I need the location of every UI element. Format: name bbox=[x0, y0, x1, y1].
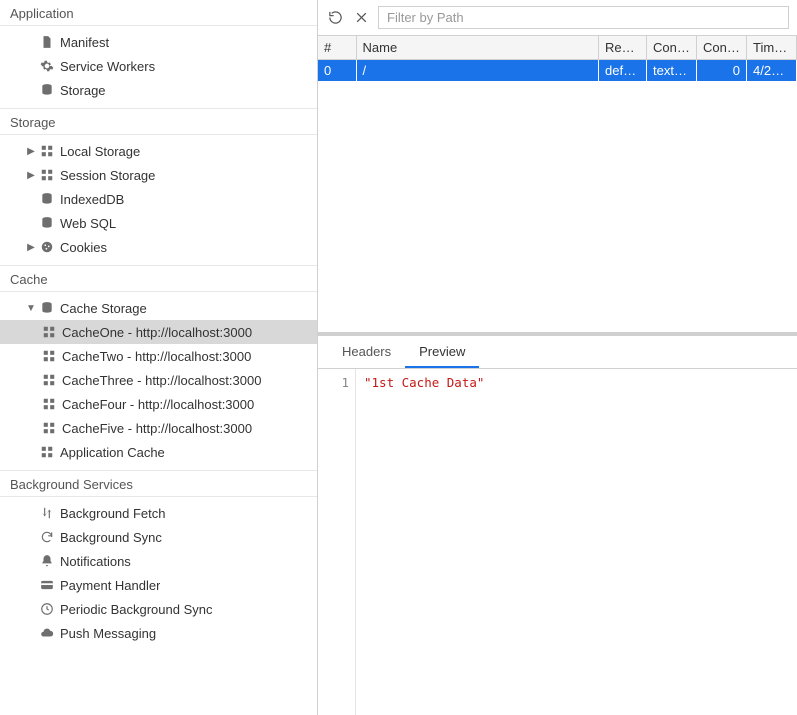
sidebar-item-web-sql[interactable]: Web SQL bbox=[0, 211, 317, 235]
preview-panel: 1 "1st Cache Data" bbox=[318, 369, 797, 715]
credit-card-icon bbox=[38, 578, 56, 592]
grid-icon bbox=[40, 325, 58, 339]
label: CacheFour - http://localhost:3000 bbox=[62, 397, 254, 412]
detail-tabs: Headers Preview bbox=[318, 336, 797, 369]
label: Manifest bbox=[60, 35, 109, 50]
main-panel: # Name Resp… Cont… Cont… Tim… 0 / defa… … bbox=[318, 0, 797, 715]
label: Push Messaging bbox=[60, 626, 156, 641]
cell-content-type: text/… bbox=[647, 60, 697, 82]
grid-icon bbox=[38, 168, 56, 182]
database-icon bbox=[38, 192, 56, 206]
col-time-cached[interactable]: Tim… bbox=[747, 36, 797, 60]
cell-response-type: defa… bbox=[599, 60, 647, 82]
col-response-type[interactable]: Resp… bbox=[599, 36, 647, 60]
label: Session Storage bbox=[60, 168, 155, 183]
clear-button[interactable] bbox=[352, 9, 370, 27]
col-content-type[interactable]: Cont… bbox=[647, 36, 697, 60]
grid-icon bbox=[40, 349, 58, 363]
cookie-icon bbox=[38, 240, 56, 254]
sidebar-item-application-cache[interactable]: Application Cache bbox=[0, 440, 317, 464]
cell-name: / bbox=[356, 60, 599, 82]
label: Notifications bbox=[60, 554, 131, 569]
label: Local Storage bbox=[60, 144, 140, 159]
clock-icon bbox=[38, 602, 56, 616]
label: CacheFive - http://localhost:3000 bbox=[62, 421, 252, 436]
grid-icon bbox=[40, 421, 58, 435]
filter-input[interactable] bbox=[378, 6, 789, 29]
label: CacheThree - http://localhost:3000 bbox=[62, 373, 261, 388]
sidebar-item-cookies[interactable]: ▶ Cookies bbox=[0, 235, 317, 259]
cell-content-length: 0 bbox=[697, 60, 747, 82]
label: CacheOne - http://localhost:3000 bbox=[62, 325, 252, 340]
col-num[interactable]: # bbox=[318, 36, 356, 60]
tab-headers[interactable]: Headers bbox=[328, 336, 405, 368]
sidebar-item-periodic-background-sync[interactable]: Periodic Background Sync bbox=[0, 597, 317, 621]
database-icon bbox=[38, 83, 56, 97]
sidebar-item-indexeddb[interactable]: IndexedDB bbox=[0, 187, 317, 211]
sidebar-item-notifications[interactable]: Notifications bbox=[0, 549, 317, 573]
label: CacheTwo - http://localhost:3000 bbox=[62, 349, 251, 364]
label: Storage bbox=[60, 83, 106, 98]
section-header-storage: Storage bbox=[0, 108, 317, 135]
sync-icon bbox=[38, 530, 56, 544]
grid-icon bbox=[38, 445, 56, 459]
col-content-length[interactable]: Cont… bbox=[697, 36, 747, 60]
line-number: 1 bbox=[318, 369, 356, 715]
label: Service Workers bbox=[60, 59, 155, 74]
sidebar-item-manifest[interactable]: Manifest bbox=[0, 30, 317, 54]
sidebar-item-cache-storage[interactable]: ▼ Cache Storage bbox=[0, 296, 317, 320]
expand-icon[interactable]: ▶ bbox=[24, 146, 38, 157]
bell-icon bbox=[38, 554, 56, 568]
gear-icon bbox=[38, 59, 56, 73]
table-row[interactable]: 0 / defa… text/… 0 4/21… bbox=[318, 60, 797, 82]
label: Web SQL bbox=[60, 216, 116, 231]
section-header-application: Application bbox=[0, 0, 317, 26]
toolbar bbox=[318, 0, 797, 36]
sidebar-item-storage[interactable]: Storage bbox=[0, 78, 317, 102]
grid-icon bbox=[40, 397, 58, 411]
transfer-icon bbox=[38, 506, 56, 520]
section-header-cache: Cache bbox=[0, 265, 317, 292]
database-icon bbox=[38, 216, 56, 230]
expand-icon[interactable]: ▶ bbox=[24, 242, 38, 253]
col-name[interactable]: Name bbox=[356, 36, 599, 60]
sidebar-item-payment-handler[interactable]: Payment Handler bbox=[0, 573, 317, 597]
file-icon bbox=[38, 35, 56, 49]
label: Periodic Background Sync bbox=[60, 602, 212, 617]
database-icon bbox=[38, 301, 56, 315]
sidebar-item-cache-three[interactable]: CacheThree - http://localhost:3000 bbox=[0, 368, 317, 392]
refresh-button[interactable] bbox=[326, 9, 344, 27]
label: Application Cache bbox=[60, 445, 165, 460]
sidebar-item-local-storage[interactable]: ▶ Local Storage bbox=[0, 139, 317, 163]
label: Payment Handler bbox=[60, 578, 160, 593]
cloud-icon bbox=[38, 626, 56, 640]
expand-icon[interactable]: ▶ bbox=[24, 170, 38, 181]
sidebar-item-cache-one[interactable]: CacheOne - http://localhost:3000 bbox=[0, 320, 317, 344]
label: Background Sync bbox=[60, 530, 162, 545]
sidebar-item-push-messaging[interactable]: Push Messaging bbox=[0, 621, 317, 645]
label: Cookies bbox=[60, 240, 107, 255]
tab-preview[interactable]: Preview bbox=[405, 336, 479, 368]
sidebar-item-session-storage[interactable]: ▶ Session Storage bbox=[0, 163, 317, 187]
sidebar-item-service-workers[interactable]: Service Workers bbox=[0, 54, 317, 78]
grid-icon bbox=[38, 144, 56, 158]
collapse-icon[interactable]: ▼ bbox=[24, 303, 38, 314]
requests-table: # Name Resp… Cont… Cont… Tim… 0 / defa… … bbox=[318, 36, 797, 336]
label: IndexedDB bbox=[60, 192, 124, 207]
sidebar: Application Manifest Service Workers Sto… bbox=[0, 0, 318, 715]
sidebar-item-background-sync[interactable]: Background Sync bbox=[0, 525, 317, 549]
sidebar-item-cache-two[interactable]: CacheTwo - http://localhost:3000 bbox=[0, 344, 317, 368]
preview-content: "1st Cache Data" bbox=[356, 369, 492, 715]
sidebar-item-cache-four[interactable]: CacheFour - http://localhost:3000 bbox=[0, 392, 317, 416]
label: Cache Storage bbox=[60, 301, 147, 316]
label: Background Fetch bbox=[60, 506, 166, 521]
sidebar-item-cache-five[interactable]: CacheFive - http://localhost:3000 bbox=[0, 416, 317, 440]
section-header-background-services: Background Services bbox=[0, 470, 317, 497]
cell-num: 0 bbox=[318, 60, 356, 82]
cell-time-cached: 4/21… bbox=[747, 60, 797, 82]
grid-icon bbox=[40, 373, 58, 387]
sidebar-item-background-fetch[interactable]: Background Fetch bbox=[0, 501, 317, 525]
